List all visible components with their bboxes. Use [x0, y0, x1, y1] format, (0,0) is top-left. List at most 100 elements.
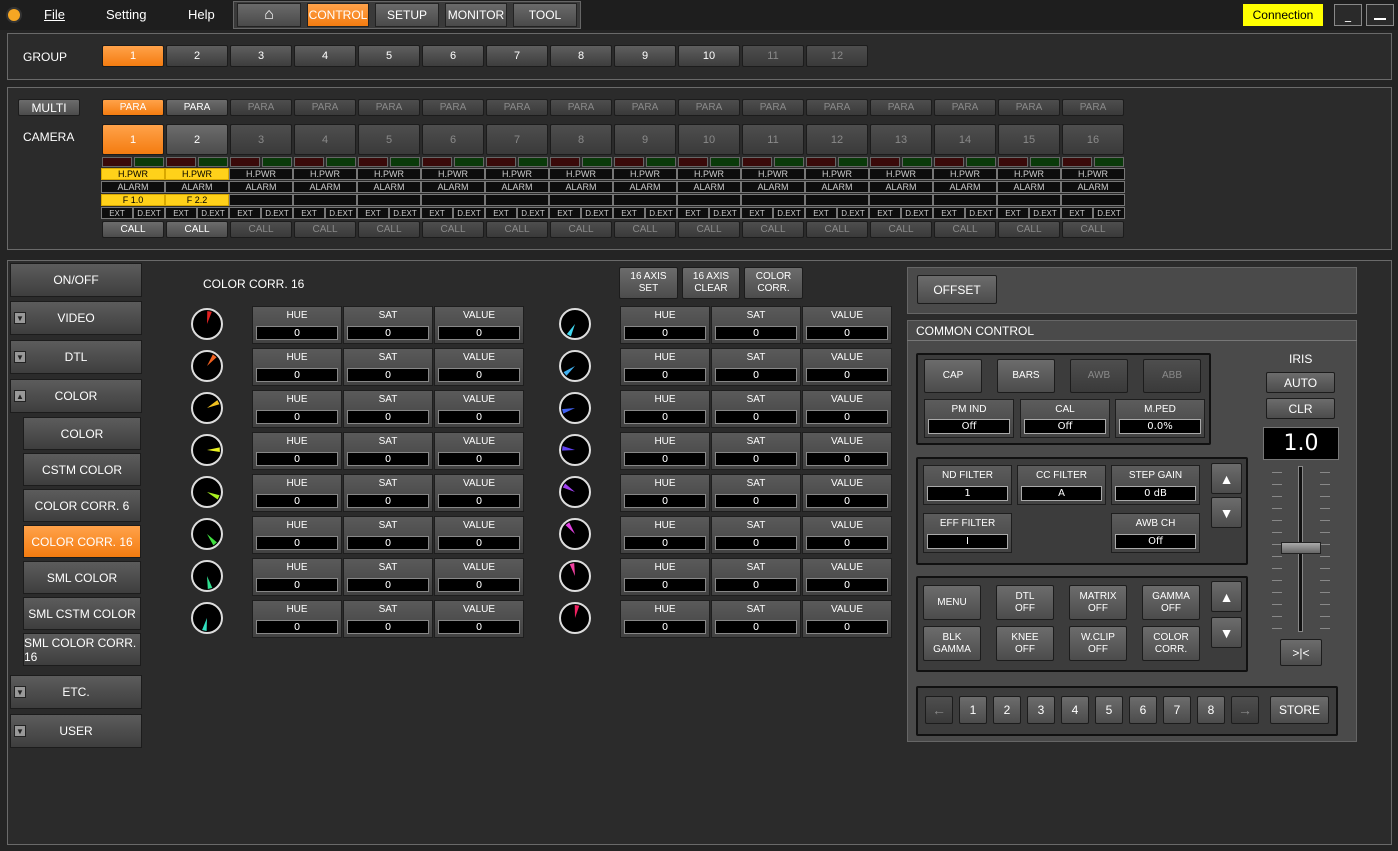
para-button-14[interactable]: PARA [934, 99, 996, 116]
value-box-left-8[interactable]: VALUE 0 [434, 600, 524, 638]
para-button-5[interactable]: PARA [358, 99, 420, 116]
group-button-8[interactable]: 8 [550, 45, 612, 67]
awb-button[interactable]: AWB [1070, 359, 1128, 393]
tab-setup[interactable]: SETUP [375, 3, 439, 27]
hue-value[interactable]: 0 [256, 410, 338, 424]
sidebar-sub-6[interactable]: SML CSTM COLOR [23, 597, 141, 630]
step-gain-box[interactable]: STEP GAIN 0 dB [1111, 465, 1200, 505]
page-button-8[interactable]: 8 [1197, 696, 1225, 724]
para-button-3[interactable]: PARA [230, 99, 292, 116]
sat-value[interactable]: 0 [347, 620, 429, 634]
call-button-11[interactable]: CALL [742, 221, 804, 238]
menu-file[interactable]: File [44, 7, 65, 22]
value-box-left-5[interactable]: VALUE 0 [434, 474, 524, 512]
sat-value[interactable]: 0 [347, 452, 429, 466]
camera-button-5[interactable]: 5 [358, 124, 420, 155]
hue-value[interactable]: 0 [256, 326, 338, 340]
gamma-button[interactable]: GAMMA OFF [1142, 585, 1200, 620]
tab-monitor[interactable]: MONITOR [445, 3, 507, 27]
camera-button-13[interactable]: 13 [870, 124, 932, 155]
hue-value[interactable]: 0 [256, 494, 338, 508]
page-button-2[interactable]: 2 [993, 696, 1021, 724]
call-button-7[interactable]: CALL [486, 221, 548, 238]
page-next-button[interactable]: → [1231, 696, 1259, 724]
group-button-5[interactable]: 5 [358, 45, 420, 67]
para-button-7[interactable]: PARA [486, 99, 548, 116]
hue-box-left-3[interactable]: HUE 0 [252, 390, 342, 428]
para-button-11[interactable]: PARA [742, 99, 804, 116]
hue-box-left-8[interactable]: HUE 0 [252, 600, 342, 638]
tab-control[interactable]: CONTROL [307, 3, 369, 27]
page-button-7[interactable]: 7 [1163, 696, 1191, 724]
call-button-13[interactable]: CALL [870, 221, 932, 238]
knee-button[interactable]: KNEE OFF [996, 626, 1054, 661]
group-button-10[interactable]: 10 [678, 45, 740, 67]
iris-auto-button[interactable]: AUTO [1266, 372, 1335, 393]
para-button-8[interactable]: PARA [550, 99, 612, 116]
multi-button[interactable]: MULTI [18, 99, 80, 116]
sat-value[interactable]: 0 [347, 578, 429, 592]
camera-button-6[interactable]: 6 [422, 124, 484, 155]
cap-button[interactable]: CAP [924, 359, 982, 393]
hue-box-right-1[interactable]: HUE 0 [620, 306, 710, 344]
dtl-button[interactable]: DTL OFF [996, 585, 1054, 620]
camera-button-7[interactable]: 7 [486, 124, 548, 155]
sat-box-right-3[interactable]: SAT 0 [711, 390, 801, 428]
sat-value[interactable]: 0 [715, 578, 797, 592]
menu-button[interactable]: MENU [923, 585, 981, 620]
sat-value[interactable]: 0 [715, 620, 797, 634]
call-button-9[interactable]: CALL [614, 221, 676, 238]
hue-box-left-5[interactable]: HUE 0 [252, 474, 342, 512]
group-button-3[interactable]: 3 [230, 45, 292, 67]
sat-value[interactable]: 0 [715, 368, 797, 382]
hue-box-right-3[interactable]: HUE 0 [620, 390, 710, 428]
sat-box-left-1[interactable]: SAT 0 [343, 306, 433, 344]
sat-box-right-1[interactable]: SAT 0 [711, 306, 801, 344]
value-value[interactable]: 0 [806, 536, 888, 550]
camera-button-11[interactable]: 11 [742, 124, 804, 155]
call-button-6[interactable]: CALL [422, 221, 484, 238]
hue-value[interactable]: 0 [624, 452, 706, 466]
sat-box-right-6[interactable]: SAT 0 [711, 516, 801, 554]
iris-jump-button[interactable]: >|< [1280, 639, 1322, 666]
connection-button[interactable]: Connection [1243, 4, 1323, 26]
page-button-1[interactable]: 1 [959, 696, 987, 724]
camera-button-4[interactable]: 4 [294, 124, 356, 155]
sidebar-sub-3[interactable]: COLOR CORR. 6 [23, 489, 141, 522]
group-button-7[interactable]: 7 [486, 45, 548, 67]
maximize-button[interactable] [1366, 4, 1394, 26]
value-box-left-2[interactable]: VALUE 0 [434, 348, 524, 386]
menu-down-button[interactable]: ▼ [1211, 617, 1242, 648]
mped-box[interactable]: M.PED 0.0% [1115, 399, 1205, 438]
hue-box-left-2[interactable]: HUE 0 [252, 348, 342, 386]
camera-button-3[interactable]: 3 [230, 124, 292, 155]
para-button-12[interactable]: PARA [806, 99, 868, 116]
camera-button-9[interactable]: 9 [614, 124, 676, 155]
group-button-1[interactable]: 1 [102, 45, 164, 67]
value-box-right-4[interactable]: VALUE 0 [802, 432, 892, 470]
value-value[interactable]: 0 [438, 494, 520, 508]
hue-value[interactable]: 0 [256, 452, 338, 466]
value-value[interactable]: 0 [806, 578, 888, 592]
sidebar-sub-7[interactable]: SML COLOR CORR. 16 [23, 633, 141, 666]
sat-box-right-7[interactable]: SAT 0 [711, 558, 801, 596]
sat-box-left-4[interactable]: SAT 0 [343, 432, 433, 470]
sat-box-left-2[interactable]: SAT 0 [343, 348, 433, 386]
sat-value[interactable]: 0 [347, 410, 429, 424]
value-box-right-1[interactable]: VALUE 0 [802, 306, 892, 344]
menu-help[interactable]: Help [188, 7, 215, 22]
value-box-left-1[interactable]: VALUE 0 [434, 306, 524, 344]
sat-value[interactable]: 0 [347, 536, 429, 550]
value-box-left-7[interactable]: VALUE 0 [434, 558, 524, 596]
tab-tool[interactable]: TOOL [513, 3, 577, 27]
hue-value[interactable]: 0 [256, 578, 338, 592]
value-box-right-2[interactable]: VALUE 0 [802, 348, 892, 386]
store-button[interactable]: STORE [1270, 696, 1329, 724]
hue-value[interactable]: 0 [624, 578, 706, 592]
group-button-11[interactable]: 11 [742, 45, 804, 67]
value-value[interactable]: 0 [438, 368, 520, 382]
call-button-14[interactable]: CALL [934, 221, 996, 238]
sat-box-left-7[interactable]: SAT 0 [343, 558, 433, 596]
sat-value[interactable]: 0 [715, 410, 797, 424]
offset-button[interactable]: OFFSET [917, 275, 997, 304]
